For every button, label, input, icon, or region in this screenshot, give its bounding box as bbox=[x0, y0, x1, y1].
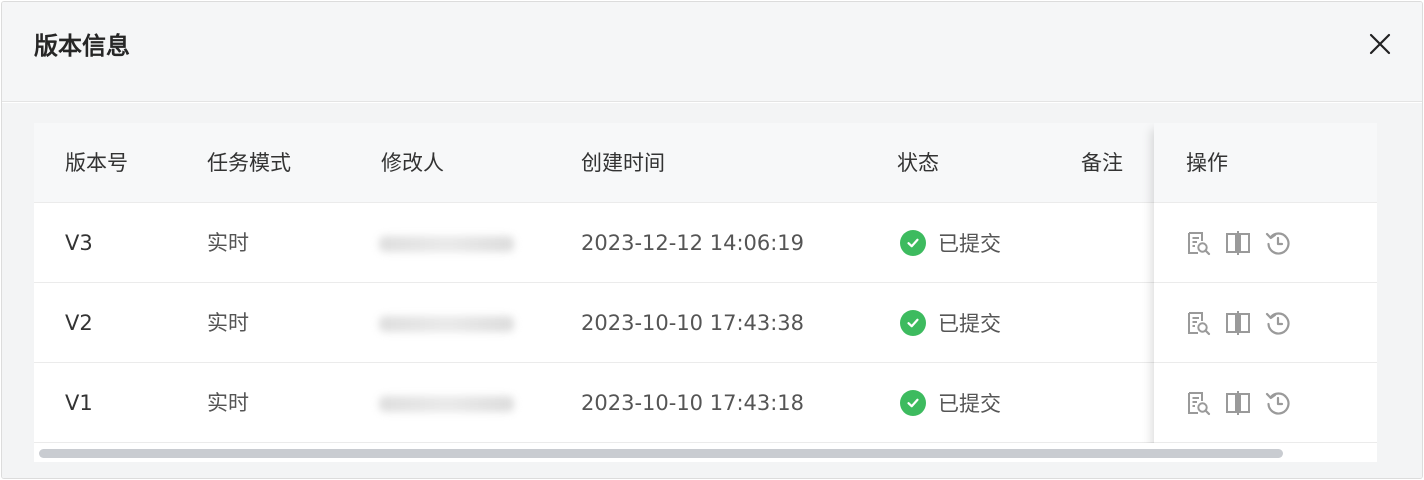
dialog-title: 版本信息 bbox=[34, 32, 130, 60]
column-header-modifier: 修改人 bbox=[381, 151, 444, 175]
row-actions bbox=[1184, 389, 1292, 417]
actions-cell bbox=[1154, 363, 1377, 443]
check-circle-icon bbox=[900, 390, 926, 416]
status-cell: 已提交 bbox=[900, 308, 1001, 338]
mode-cell: 实时 bbox=[207, 231, 249, 255]
compare-icon[interactable] bbox=[1224, 229, 1252, 257]
created-cell: 2023-10-10 17:43:38 bbox=[581, 311, 805, 335]
version-table: 版本号 任务模式 修改人 创建时间 状态 备注 V3 实时 2023-12-12… bbox=[34, 123, 1377, 462]
rollback-icon[interactable] bbox=[1264, 309, 1292, 337]
column-header-remark: 备注 bbox=[1081, 151, 1123, 175]
mode-cell: 实时 bbox=[207, 311, 249, 335]
compare-icon[interactable] bbox=[1224, 309, 1252, 337]
version-cell: V1 bbox=[65, 391, 93, 415]
modifier-cell-redacted bbox=[379, 316, 514, 332]
status-cell: 已提交 bbox=[900, 388, 1001, 418]
check-circle-icon bbox=[900, 230, 926, 256]
rollback-icon[interactable] bbox=[1264, 229, 1292, 257]
status-label: 已提交 bbox=[938, 232, 1001, 256]
row-actions bbox=[1184, 309, 1292, 337]
created-cell: 2023-12-12 14:06:19 bbox=[581, 231, 805, 255]
status-label: 已提交 bbox=[938, 312, 1001, 336]
view-detail-icon[interactable] bbox=[1184, 389, 1212, 417]
column-header-status: 状态 bbox=[897, 151, 939, 175]
created-cell: 2023-10-10 17:43:18 bbox=[581, 391, 805, 415]
column-header-mode: 任务模式 bbox=[207, 151, 291, 175]
check-circle-icon bbox=[900, 310, 926, 336]
actions-header: 操作 bbox=[1154, 123, 1377, 203]
dialog-header: 版本信息 bbox=[2, 2, 1422, 102]
mode-cell: 实时 bbox=[207, 391, 249, 415]
dialog-body: 版本号 任务模式 修改人 创建时间 状态 备注 V3 实时 2023-12-12… bbox=[2, 103, 1422, 478]
version-info-dialog: 版本信息 版本号 任务模式 修改人 创建时间 状态 备注 V3 实时 2023-… bbox=[1, 1, 1423, 479]
status-cell: 已提交 bbox=[900, 228, 1001, 258]
status-label: 已提交 bbox=[938, 392, 1001, 416]
actions-cell bbox=[1154, 203, 1377, 283]
modifier-cell-redacted bbox=[379, 236, 514, 252]
column-header-created: 创建时间 bbox=[581, 151, 665, 175]
horizontal-scrollbar[interactable] bbox=[34, 443, 1377, 462]
compare-icon[interactable] bbox=[1224, 389, 1252, 417]
version-cell: V2 bbox=[65, 311, 93, 335]
view-detail-icon[interactable] bbox=[1184, 229, 1212, 257]
view-detail-icon[interactable] bbox=[1184, 309, 1212, 337]
column-header-actions: 操作 bbox=[1186, 151, 1228, 175]
modifier-cell-redacted bbox=[379, 396, 514, 412]
row-actions bbox=[1184, 229, 1292, 257]
scrollbar-thumb[interactable] bbox=[39, 449, 1283, 458]
close-icon[interactable] bbox=[1368, 32, 1392, 56]
actions-column: 操作 bbox=[1154, 123, 1377, 462]
column-header-version: 版本号 bbox=[65, 151, 128, 175]
actions-cell bbox=[1154, 283, 1377, 363]
version-cell: V3 bbox=[65, 231, 93, 255]
rollback-icon[interactable] bbox=[1264, 389, 1292, 417]
